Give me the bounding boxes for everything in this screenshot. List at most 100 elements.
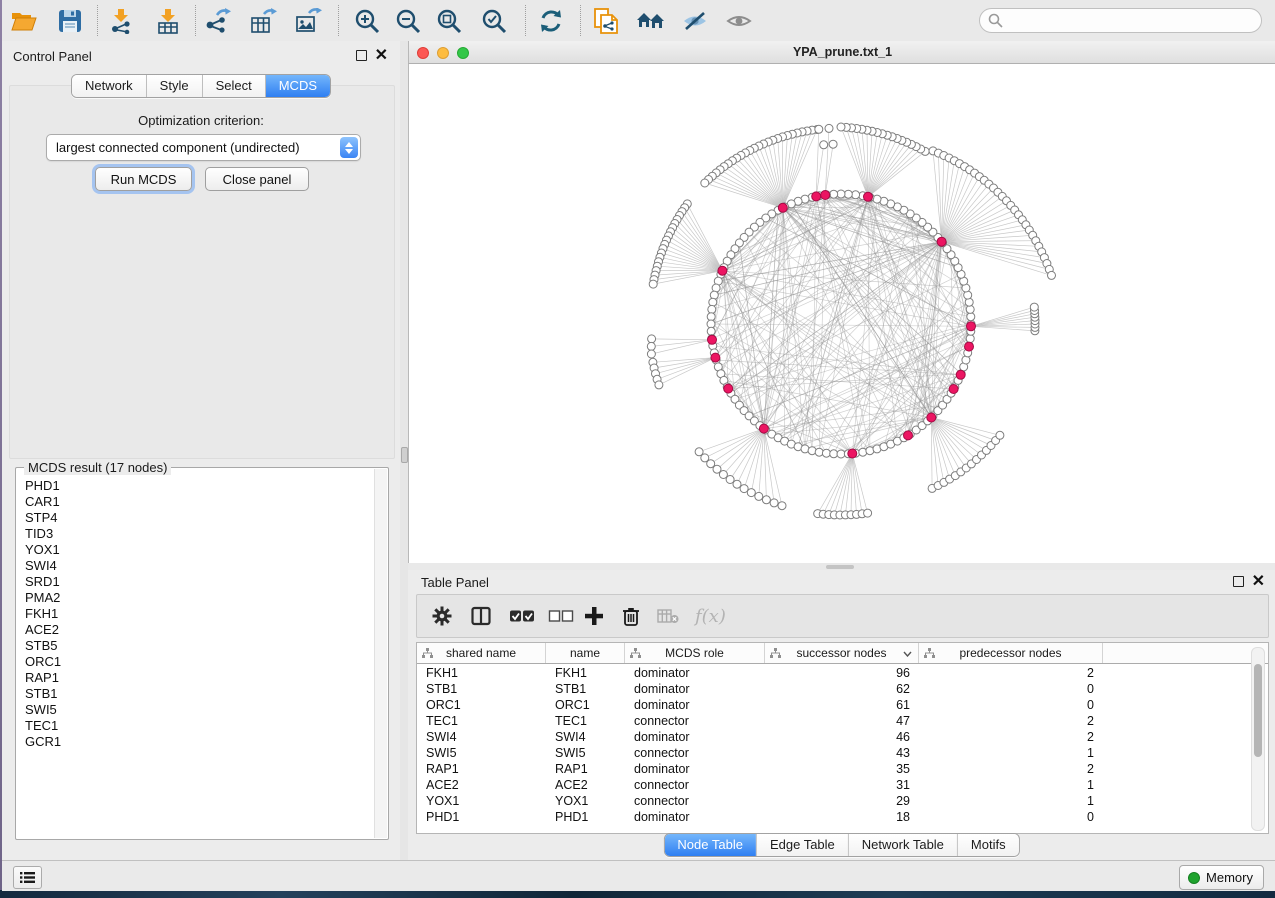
column-header-MCDS-role[interactable]: MCDS role — [625, 643, 765, 663]
unchecked-boxes-icon[interactable] — [548, 603, 574, 629]
optimization-criterion-select[interactable]: largest connected component (undirected) — [46, 134, 361, 161]
network-canvas[interactable] — [408, 64, 1275, 563]
mcds-result-item[interactable]: STP4 — [17, 510, 375, 526]
column-header-successor-nodes[interactable]: successor nodes — [765, 643, 919, 663]
save-icon[interactable] — [55, 7, 85, 35]
memory-button[interactable]: Memory — [1179, 865, 1264, 890]
mcds-result-item[interactable]: RAP1 — [17, 670, 375, 686]
table-row[interactable]: ACE2ACE2connector311 — [417, 777, 1268, 793]
scrollbar-thumb[interactable] — [1254, 664, 1262, 757]
zoom-in-icon[interactable] — [352, 7, 382, 35]
function-fx-icon[interactable]: f(x) — [695, 603, 726, 629]
float-panel-icon[interactable] — [356, 50, 367, 61]
table-panel: Table Panel ✕ — [408, 570, 1275, 860]
cytoscape-window: Control Panel ✕ NetworkStyleSelectMCDS O… — [2, 0, 1275, 890]
search-input[interactable] — [979, 8, 1262, 33]
optimization-criterion-label: Optimization criterion: — [2, 113, 400, 128]
node-table: shared namenameMCDS rolesuccessor nodesp… — [416, 642, 1269, 834]
tab-motifs[interactable]: Motifs — [958, 834, 1019, 856]
gear-icon[interactable] — [431, 603, 453, 629]
table-row[interactable]: ORC1ORC1dominator610 — [417, 697, 1268, 713]
table-cell: connector — [625, 777, 765, 793]
refresh-icon[interactable] — [536, 7, 566, 35]
mcds-result-item[interactable]: CAR1 — [17, 494, 375, 510]
zoom-out-icon[interactable] — [393, 7, 423, 35]
splitter-handle[interactable] — [401, 447, 408, 463]
eye-icon[interactable] — [724, 7, 754, 35]
mcds-result-scrollbar[interactable] — [374, 469, 387, 838]
table-row[interactable]: RAP1RAP1dominator352 — [417, 761, 1268, 777]
toolbar-separator — [580, 5, 581, 36]
table-cell: dominator — [625, 681, 765, 697]
mcds-result-item[interactable]: SWI4 — [17, 558, 375, 574]
tab-node-table[interactable]: Node Table — [664, 834, 757, 856]
mcds-result-item[interactable]: ACE2 — [17, 622, 375, 638]
close-panel-button[interactable]: Close panel — [205, 167, 309, 191]
table-row[interactable]: SWI4SWI4dominator462 — [417, 729, 1268, 745]
run-mcds-button[interactable]: Run MCDS — [95, 167, 192, 191]
mcds-result-list: PHD1CAR1STP4TID3YOX1SWI4SRD1PMA2FKH1ACE2… — [17, 478, 375, 838]
table-row[interactable]: STB1STB1dominator620 — [417, 681, 1268, 697]
table-row[interactable]: YOX1YOX1connector291 — [417, 793, 1268, 809]
checked-boxes-icon[interactable] — [509, 603, 535, 629]
table-cell: 46 — [765, 729, 919, 745]
table-toolbar: f(x) — [416, 594, 1269, 638]
tab-mcds[interactable]: MCDS — [266, 75, 330, 97]
delete-column-icon[interactable] — [622, 603, 640, 629]
mcds-result-item[interactable]: PHD1 — [17, 478, 375, 494]
eye-slash-icon[interactable] — [680, 7, 710, 35]
tab-network[interactable]: Network — [72, 75, 147, 97]
column-header-shared-name[interactable]: shared name — [417, 643, 546, 663]
table-cell: SWI5 — [417, 745, 546, 761]
tab-edge-table[interactable]: Edge Table — [757, 834, 849, 856]
export-table-icon[interactable] — [249, 7, 279, 35]
table-cell: 2 — [919, 665, 1103, 681]
close-panel-icon[interactable]: ✕ — [1252, 577, 1265, 586]
mcds-result-item[interactable]: SRD1 — [17, 574, 375, 590]
table-cell: 1 — [919, 793, 1103, 809]
mcds-result-item[interactable]: STB5 — [17, 638, 375, 654]
table-cell: 1 — [919, 745, 1103, 761]
add-column-icon[interactable] — [584, 603, 604, 629]
panel-list-icon[interactable] — [13, 866, 42, 889]
mcds-result-item[interactable]: ORC1 — [17, 654, 375, 670]
splitter-handle[interactable] — [826, 565, 854, 569]
zoom-selected-icon[interactable] — [479, 7, 509, 35]
import-network-icon[interactable] — [106, 7, 136, 35]
delete-table-icon[interactable] — [657, 603, 679, 629]
table-row[interactable]: TEC1TEC1connector472 — [417, 713, 1268, 729]
export-image-icon[interactable] — [294, 7, 324, 35]
vertical-splitter[interactable] — [400, 41, 408, 860]
mcds-result-item[interactable]: PMA2 — [17, 590, 375, 606]
table-row[interactable]: SWI5SWI5connector431 — [417, 745, 1268, 761]
mcds-result-item[interactable]: TID3 — [17, 526, 375, 542]
tab-style[interactable]: Style — [147, 75, 203, 97]
open-folder-icon[interactable] — [9, 7, 39, 35]
export-network-icon[interactable] — [203, 7, 233, 35]
table-cell: ORC1 — [546, 697, 625, 713]
main-toolbar — [2, 0, 1275, 42]
column-header-predecessor-nodes[interactable]: predecessor nodes — [919, 643, 1103, 663]
mcds-result-item[interactable]: FKH1 — [17, 606, 375, 622]
split-columns-icon[interactable] — [471, 603, 491, 629]
mcds-result-item[interactable]: GCR1 — [17, 734, 375, 750]
column-header-name[interactable]: name — [546, 643, 625, 663]
houses-icon[interactable] — [636, 7, 666, 35]
table-row[interactable]: PHD1PHD1dominator180 — [417, 809, 1268, 825]
float-panel-icon[interactable] — [1233, 576, 1244, 587]
table-row[interactable]: FKH1FKH1dominator962 — [417, 665, 1268, 681]
mcds-result-item[interactable]: YOX1 — [17, 542, 375, 558]
copy-document-icon[interactable] — [591, 7, 621, 35]
tab-select[interactable]: Select — [203, 75, 266, 97]
mcds-result-item[interactable]: SWI5 — [17, 702, 375, 718]
network-graph[interactable] — [409, 64, 1275, 563]
tab-network-table[interactable]: Network Table — [849, 834, 958, 856]
zoom-fit-icon[interactable] — [434, 7, 464, 35]
table-scrollbar[interactable] — [1251, 647, 1265, 831]
import-table-icon[interactable] — [153, 7, 183, 35]
mcds-result-item[interactable]: STB1 — [17, 686, 375, 702]
table-cell: 0 — [919, 681, 1103, 697]
close-panel-icon[interactable]: ✕ — [375, 51, 388, 60]
horizontal-splitter[interactable] — [408, 563, 1275, 570]
mcds-result-item[interactable]: TEC1 — [17, 718, 375, 734]
